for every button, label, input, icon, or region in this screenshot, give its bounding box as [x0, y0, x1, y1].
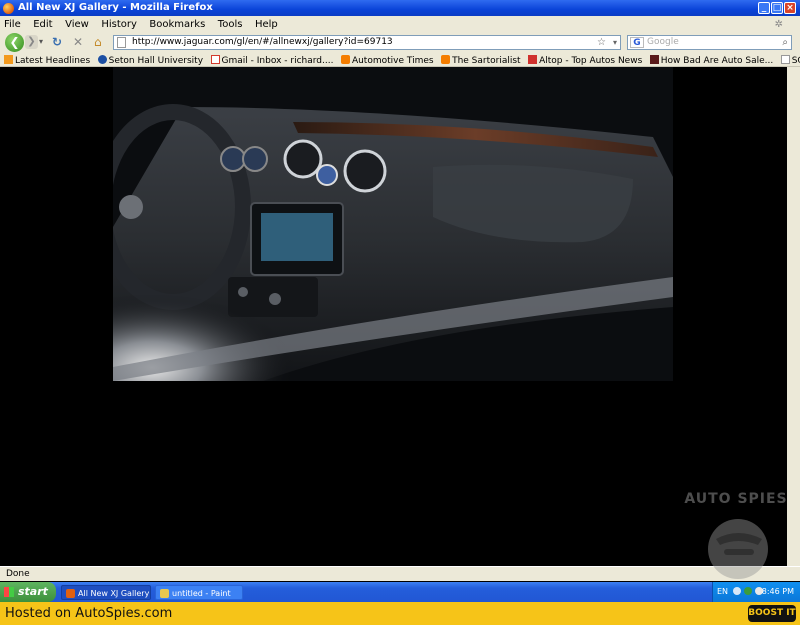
close-button[interactable]: ×	[784, 2, 796, 14]
forward-button[interactable]: ❯	[25, 35, 38, 49]
page-icon	[649, 55, 659, 64]
desktop-screen: All New XJ Gallery - Mozilla Firefox _ □…	[0, 0, 800, 625]
navigation-toolbar: ❮ ❯ ▾ ↻ ✕ ⌂ http://www.jaguar.com/gl/en/…	[0, 31, 800, 52]
url-dropdown-icon[interactable]: ▾	[613, 36, 617, 49]
throbber-icon: ✲	[774, 19, 783, 30]
home-icon[interactable]: ⌂	[94, 34, 102, 50]
back-button[interactable]: ❮	[5, 33, 24, 52]
search-icon[interactable]: ⌕	[782, 36, 788, 49]
bookmark-latest-headlines[interactable]: Latest Headlines	[4, 54, 90, 66]
gmail-icon	[210, 55, 220, 64]
bookmarks-toolbar: Latest Headlines Seton Hall University G…	[0, 52, 800, 67]
window-titlebar[interactable]: All New XJ Gallery - Mozilla Firefox _ □…	[0, 0, 800, 16]
blogger-icon	[441, 55, 451, 64]
bookmark-altop[interactable]: Altop - Top Autos News	[528, 54, 642, 66]
bookmark-auto-sales[interactable]: How Bad Are Auto Sale...	[649, 54, 773, 66]
seton-hall-icon	[97, 55, 107, 64]
menu-tools[interactable]: Tools	[218, 19, 243, 30]
paint-icon	[160, 589, 169, 598]
search-placeholder: Google	[647, 37, 679, 47]
firefox-icon	[3, 3, 14, 14]
network-icon[interactable]	[733, 587, 741, 595]
url-bar[interactable]: http://www.jaguar.com/gl/en/#/allnewxj/g…	[113, 35, 621, 50]
reload-icon[interactable]: ↻	[52, 34, 62, 50]
window-title: All New XJ Gallery - Mozilla Firefox	[18, 2, 213, 13]
bookmark-gmail[interactable]: Gmail - Inbox - richard....	[210, 54, 333, 66]
search-box[interactable]: G Google ⌕	[627, 35, 792, 50]
stop-icon[interactable]: ✕	[73, 34, 83, 50]
history-dropdown-icon[interactable]: ▾	[39, 34, 43, 50]
windows-logo-icon	[4, 587, 14, 597]
menu-edit[interactable]: Edit	[33, 19, 52, 30]
firefox-icon	[66, 589, 75, 598]
menu-file[interactable]: File	[4, 19, 21, 30]
menu-view[interactable]: View	[65, 19, 89, 30]
bookmark-sartorialist[interactable]: The Sartorialist	[441, 54, 521, 66]
menu-bookmarks[interactable]: Bookmarks	[149, 19, 205, 30]
security-icon[interactable]	[744, 587, 752, 595]
spy-logo-icon	[708, 519, 768, 579]
page-viewport	[3, 67, 787, 566]
bookmark-seton-hall[interactable]: Seton Hall University	[97, 54, 203, 66]
bookmark-star-icon[interactable]: ☆	[597, 36, 606, 49]
bookmark-automotive-times[interactable]: Automotive Times	[340, 54, 434, 66]
menu-bar: File Edit View History Bookmarks Tools H…	[0, 16, 800, 31]
hosted-footer: Hosted on AutoSpies.com BOOST IT	[0, 602, 800, 625]
blogger-icon	[340, 55, 350, 64]
maximize-button[interactable]: □	[771, 2, 783, 14]
page-icon	[117, 37, 126, 48]
google-icon[interactable]: G	[630, 37, 644, 48]
menu-history[interactable]: History	[101, 19, 137, 30]
boost-button[interactable]: BOOST IT	[748, 605, 796, 622]
minimize-button[interactable]: _	[758, 2, 770, 14]
start-button[interactable]: start	[0, 582, 56, 602]
taskbar-item-paint[interactable]: untitled - Paint	[155, 585, 243, 600]
gallery-photo[interactable]	[113, 67, 673, 381]
url-text: http://www.jaguar.com/gl/en/#/allnewxj/g…	[132, 37, 393, 47]
hosted-text: Hosted on AutoSpies.com	[5, 606, 173, 621]
menu-help[interactable]: Help	[255, 19, 278, 30]
taskbar-item-firefox[interactable]: All New XJ Gallery - M...	[61, 585, 151, 600]
bookmark-scouting-ny[interactable]: SCOUTING NY - www.s...	[780, 54, 800, 66]
page-icon	[780, 55, 790, 64]
jaguar-xj-interior-image	[113, 67, 673, 381]
rss-icon	[4, 55, 13, 64]
autospies-watermark: AUTO SPIES	[672, 491, 800, 587]
status-text: Done	[6, 569, 30, 579]
altop-icon	[528, 55, 538, 64]
